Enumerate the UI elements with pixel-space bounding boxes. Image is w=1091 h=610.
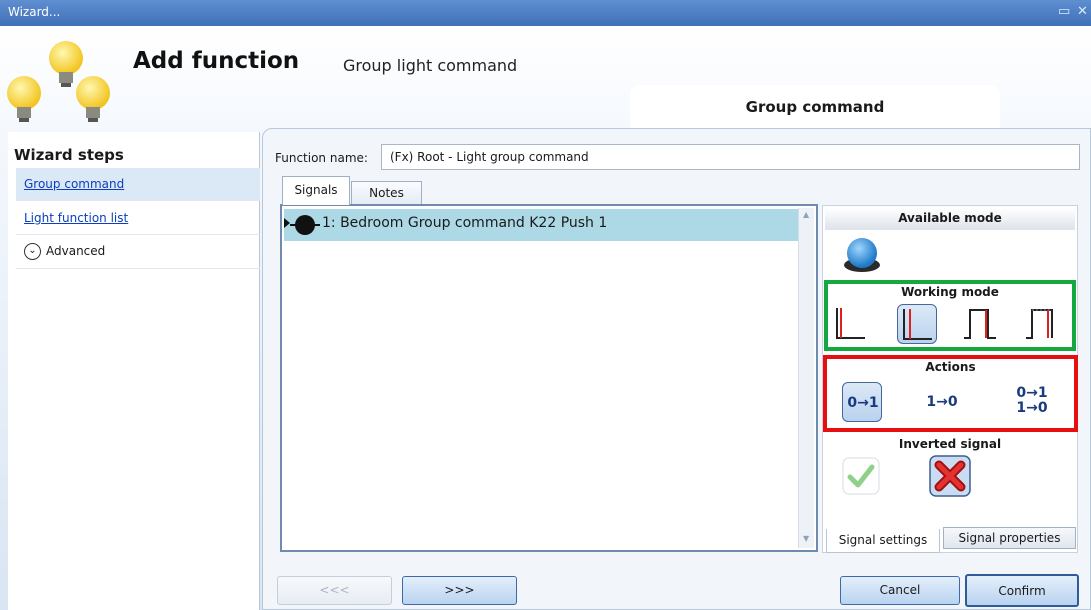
action-falling-button[interactable]: 1→0: [922, 382, 962, 422]
next-button[interactable]: >>>: [402, 576, 517, 605]
inverted-signal-title: Inverted signal: [898, 437, 1002, 451]
scroll-up-icon[interactable]: ▲: [803, 210, 809, 219]
vertical-scrollbar[interactable]: ▲ ▼: [798, 208, 814, 548]
actions-title: Actions: [925, 360, 976, 374]
working-mode-4-icon[interactable]: [1022, 304, 1062, 344]
tab-signal-properties[interactable]: Signal properties: [943, 527, 1076, 549]
window-title: Wizard...: [8, 5, 61, 19]
step-header-label: Group command: [745, 98, 885, 116]
confirm-button[interactable]: Confirm: [965, 574, 1079, 607]
wizard-steps-title: Wizard steps: [14, 146, 124, 164]
previous-button[interactable]: <<<: [277, 576, 392, 605]
page-subtitle: Group light command: [343, 56, 518, 75]
action-rising-button[interactable]: 0→1: [842, 382, 882, 422]
available-mode-title: Available mode: [898, 211, 1002, 225]
restore-icon[interactable]: ▭: [1058, 4, 1070, 19]
function-name-input[interactable]: (Fx) Root - Light group command: [381, 144, 1080, 170]
step-link[interactable]: Group command: [24, 177, 124, 191]
signal-label: 1: Bedroom Group command K22 Push 1: [322, 215, 608, 231]
push-button-icon: [290, 212, 320, 241]
tab-signals[interactable]: Signals: [282, 176, 350, 205]
working-mode-title: Working mode: [901, 285, 999, 299]
step-header-tab: Group command: [630, 85, 1000, 129]
advanced-label[interactable]: Advanced: [46, 244, 105, 258]
tab-notes[interactable]: Notes: [351, 181, 422, 204]
scroll-down-icon[interactable]: ▼: [803, 534, 809, 543]
action-both-top-label: 0→1: [1016, 385, 1048, 401]
step-light-function-list[interactable]: Light function list: [16, 202, 260, 235]
action-falling-label: 1→0: [926, 394, 958, 410]
action-rising-label: 0→1: [847, 395, 879, 411]
cancel-button[interactable]: Cancel: [840, 576, 960, 605]
tab-signal-settings[interactable]: Signal settings: [826, 529, 940, 553]
action-both-button[interactable]: 0→1 1→0: [1012, 382, 1052, 422]
step-group-command[interactable]: Group command: [16, 168, 260, 201]
close-icon[interactable]: ✕: [1077, 4, 1088, 19]
working-mode-3-icon[interactable]: [960, 304, 1000, 344]
available-mode-header: Available mode: [825, 208, 1075, 230]
step-link[interactable]: Light function list: [24, 211, 128, 225]
signals-list: [280, 204, 818, 552]
action-both-bottom-label: 1→0: [1016, 400, 1048, 416]
page-title: Add function: [133, 48, 300, 74]
working-mode-1-icon[interactable]: [831, 304, 871, 344]
working-mode-2-icon[interactable]: [897, 304, 937, 344]
chevron-down-icon[interactable]: ⌄: [24, 243, 41, 260]
bulbs-logo-icon: [0, 30, 120, 130]
title-bar: Wizard... ▭ ✕: [0, 0, 1091, 26]
cross-icon[interactable]: [929, 455, 971, 500]
check-icon[interactable]: [842, 457, 880, 498]
pushbutton-mode-icon[interactable]: [840, 233, 884, 278]
function-name-label: Function name:: [275, 151, 368, 165]
